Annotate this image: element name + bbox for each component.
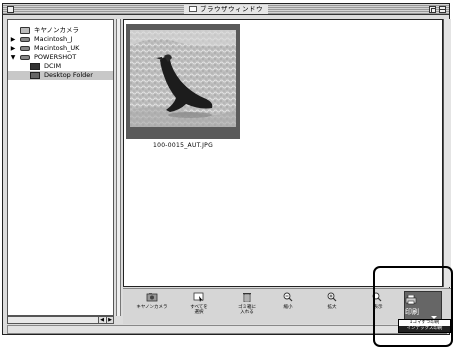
window-title-icon xyxy=(189,6,197,12)
tool-label: 拡大 xyxy=(327,305,337,310)
camera-icon xyxy=(146,292,158,302)
status-bar xyxy=(7,325,447,334)
select-all-icon xyxy=(193,292,205,302)
tree-item-macintosh-uk[interactable]: ▶ Macintosh_UK xyxy=(8,44,113,53)
tree-item-label: Macintosh_UK xyxy=(34,44,80,52)
tree-item-label: キヤノンカメラ xyxy=(34,26,79,34)
tree-item-label: DCIM xyxy=(44,62,62,70)
trash-icon xyxy=(241,292,253,303)
folder-tree: キヤノンカメラ ▶ Macintosh_J ▶ Macintosh_UK ▼ P… xyxy=(7,19,114,316)
disk-icon xyxy=(20,46,30,51)
tool-label: 縮小 xyxy=(283,305,293,310)
tree-item-label: Desktop Folder xyxy=(44,71,93,79)
tree-item-canon-camera[interactable]: キヤノンカメラ xyxy=(8,26,113,35)
expand-triangle-icon[interactable]: ▶ xyxy=(10,35,16,44)
close-box[interactable] xyxy=(7,6,14,13)
view-button[interactable]: 表示 xyxy=(359,292,397,324)
window-title-text: ブラウザウィンドウ xyxy=(200,5,263,13)
disk-icon xyxy=(20,37,30,42)
zoom-out-button[interactable]: 縮小 xyxy=(269,292,307,324)
camera-icon xyxy=(20,27,30,34)
title-bar[interactable]: ブラウザウィンドウ xyxy=(3,4,449,15)
print-index-item[interactable]: インデックス印刷 xyxy=(399,326,450,332)
browser-scrollbar[interactable] xyxy=(443,19,451,287)
sea-lion-photo xyxy=(130,30,236,127)
scroll-left-icon[interactable]: ◀ xyxy=(98,317,105,323)
tool-label: キヤノンカメラ xyxy=(136,305,168,310)
tree-item-label: Macintosh_J xyxy=(34,35,73,43)
tool-label: すべてを 選択 xyxy=(190,305,208,315)
folder-icon xyxy=(30,63,40,70)
print-menu: 1コマずつ印刷 インデックス印刷 xyxy=(398,319,451,333)
select-all-button[interactable]: すべてを 選択 xyxy=(180,292,218,324)
browser-window: ブラウザウィンドウ キヤノンカメラ ▶ Macintosh_J ▶ Macint… xyxy=(2,3,451,335)
tool-label: ゴミ箱に 入れる xyxy=(238,305,256,315)
trash-button[interactable]: ゴミ箱に 入れる xyxy=(228,292,266,324)
folder-icon xyxy=(30,72,40,79)
collapse-triangle-icon[interactable]: ▼ xyxy=(10,53,16,62)
thumbnail-browser: 100-0015_AUT.JPG xyxy=(123,19,443,287)
tool-label: 表示 xyxy=(373,305,383,310)
tree-item-powershot[interactable]: ▼ POWERSHOT xyxy=(8,53,113,62)
zoom-box[interactable] xyxy=(429,6,436,13)
expand-triangle-icon[interactable]: ▶ xyxy=(10,44,16,53)
tree-item-macintosh-j[interactable]: ▶ Macintosh_J xyxy=(8,35,113,44)
pane-divider[interactable] xyxy=(116,19,121,316)
zoom-in-icon xyxy=(326,292,338,302)
sea-lion-image xyxy=(130,30,236,127)
tree-item-desktop-folder[interactable]: Desktop Folder xyxy=(8,71,113,80)
zoom-in-button[interactable]: 拡大 xyxy=(313,292,351,324)
window-title: ブラウザウィンドウ xyxy=(184,5,268,14)
thumbnail-filename: 100-0015_AUT.JPG xyxy=(152,142,214,149)
canon-camera-button[interactable]: キヤノンカメラ xyxy=(133,292,171,324)
tree-horizontal-scrollbar[interactable]: ◀ ▶ xyxy=(7,316,114,324)
print-button[interactable]: 印刷 xyxy=(404,291,442,322)
thumbnail-selected[interactable] xyxy=(126,24,240,139)
printer-icon xyxy=(405,294,441,307)
collapse-box[interactable] xyxy=(439,6,446,13)
zoom-out-icon xyxy=(282,292,294,302)
view-icon xyxy=(372,292,384,302)
tree-item-label: POWERSHOT xyxy=(34,53,77,61)
tree-item-dcim[interactable]: DCIM xyxy=(8,62,113,71)
disk-icon xyxy=(20,55,30,60)
scroll-right-icon[interactable]: ▶ xyxy=(106,317,113,323)
